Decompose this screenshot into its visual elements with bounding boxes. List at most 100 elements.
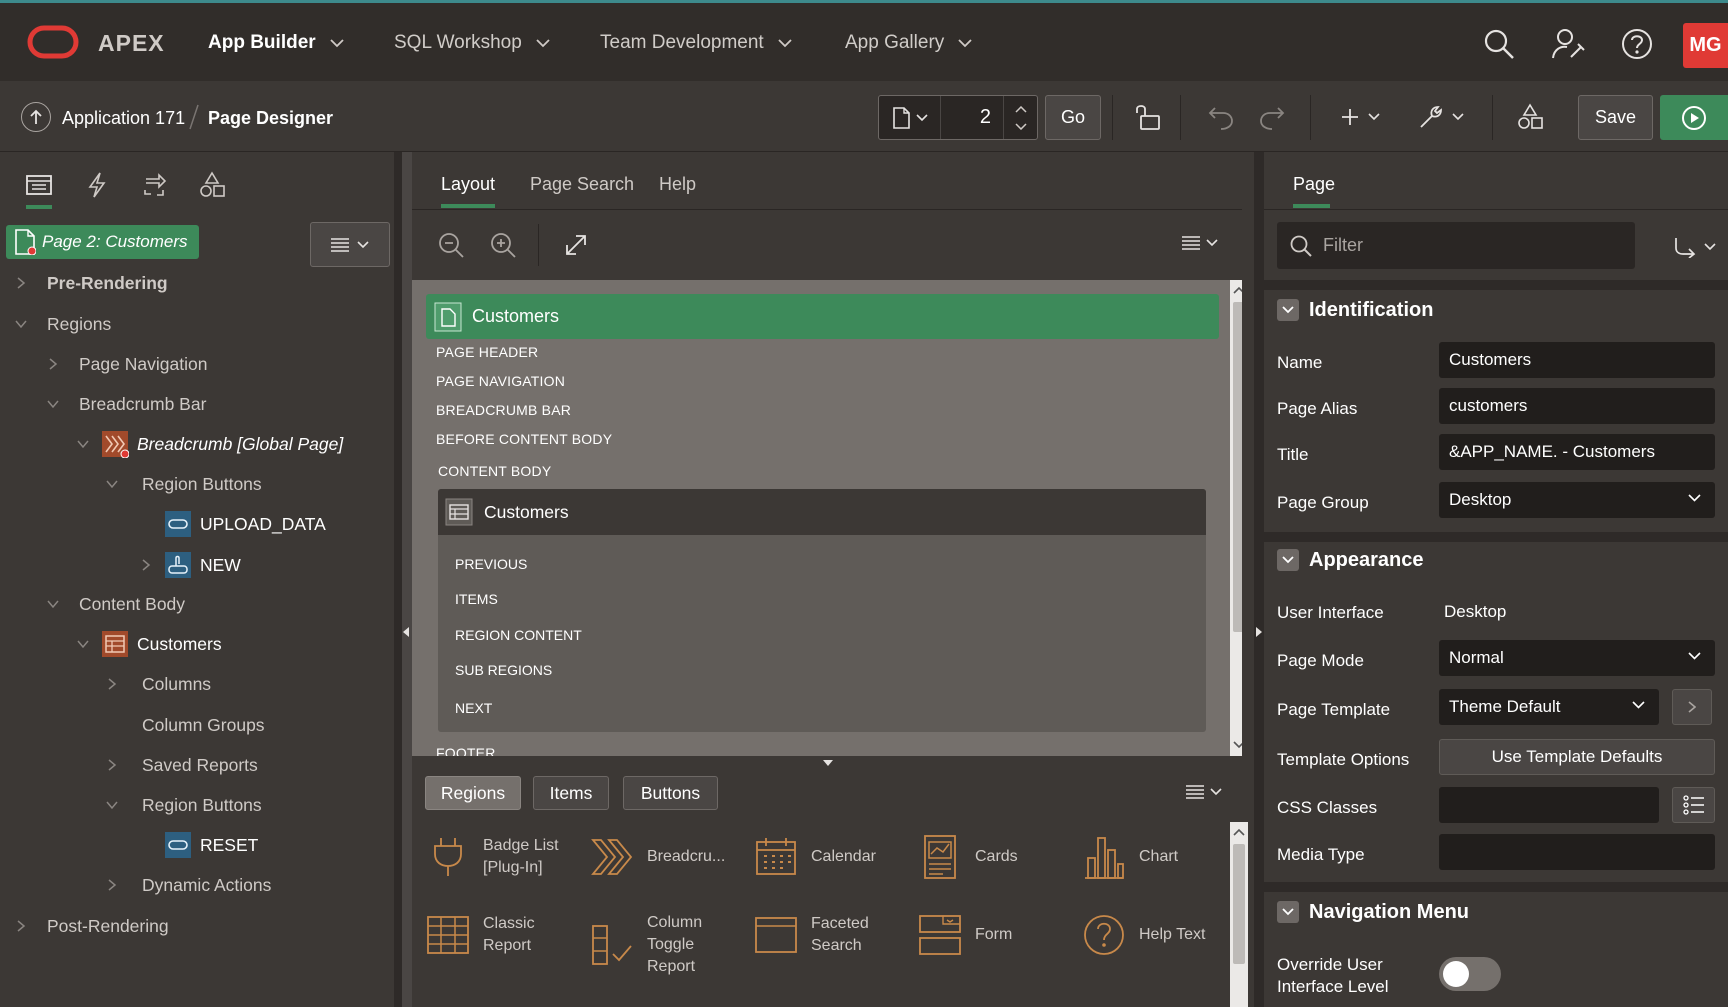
chevron-right-icon[interactable] <box>15 276 27 290</box>
slot-region-content[interactable]: REGION CONTENT <box>455 627 582 643</box>
processing-tab-icon[interactable] <box>139 170 169 200</box>
layout-menu-button[interactable] <box>1182 236 1218 250</box>
canvas-scrollbar[interactable] <box>1230 280 1242 756</box>
gallery-tab-buttons[interactable]: Buttons <box>623 776 718 810</box>
chevron-right-icon[interactable] <box>106 677 118 691</box>
slot-previous[interactable]: PREVIOUS <box>455 556 527 572</box>
tree-node-saved-reports[interactable]: Saved Reports <box>106 748 258 782</box>
override-ui-level-toggle[interactable] <box>1439 957 1501 991</box>
zoom-out-icon[interactable] <box>436 230 466 260</box>
chevron-right-icon[interactable] <box>47 357 59 371</box>
gallery-item-classic-report[interactable]: Classic Report <box>425 912 575 958</box>
tree-node-pre-rendering[interactable]: Pre-Rendering <box>15 266 168 300</box>
tree-node-regions[interactable]: Regions <box>15 307 111 341</box>
tree-page-node[interactable]: Page 2: Customers <box>6 225 199 259</box>
nav-sql-workshop[interactable]: SQL Workshop <box>394 32 550 54</box>
gallery-scrollbar[interactable] <box>1230 822 1248 1007</box>
dynamic-actions-tab-icon[interactable] <box>82 170 112 200</box>
breadcrumb-application[interactable]: Application 171 <box>62 108 185 129</box>
collapse-chevron-icon[interactable] <box>1277 901 1299 923</box>
tab-help[interactable]: Help <box>659 174 696 195</box>
tab-layout[interactable]: Layout <box>441 174 495 195</box>
slot-next[interactable]: NEXT <box>455 700 492 716</box>
help-icon[interactable] <box>1620 27 1654 61</box>
gallery-item-cards[interactable]: Cards <box>917 834 1067 880</box>
tab-page-search[interactable]: Page Search <box>530 174 634 195</box>
scroll-up-icon[interactable] <box>1233 828 1245 836</box>
collapse-chevron-icon[interactable] <box>1277 549 1299 571</box>
zoom-in-icon[interactable] <box>488 230 518 260</box>
region-header[interactable]: Customers <box>438 489 1206 535</box>
gallery-item-column-toggle[interactable]: Column Toggle Report <box>589 912 739 978</box>
user-avatar[interactable]: MG <box>1683 23 1728 68</box>
tree-menu-button[interactable] <box>310 222 390 267</box>
gallery-item-breadcrumb[interactable]: Breadcru... <box>589 834 739 880</box>
section-navigation-menu[interactable]: Navigation Menu <box>1277 897 1469 927</box>
title-field[interactable]: &APP_NAME. - Customers <box>1439 434 1715 470</box>
save-button[interactable]: Save <box>1578 95 1653 140</box>
chevron-up-icon[interactable] <box>1014 105 1027 113</box>
gallery-item-calendar[interactable]: Calendar <box>753 834 903 880</box>
scroll-thumb[interactable] <box>1233 844 1245 964</box>
chevron-down-icon[interactable] <box>47 597 59 611</box>
scroll-thumb[interactable] <box>1233 302 1242 632</box>
gallery-menu-button[interactable] <box>1186 785 1222 799</box>
gallery-item-badge-list[interactable]: Badge List [Plug-In] <box>425 834 575 880</box>
canvas-page-header[interactable]: Customers <box>426 294 1219 339</box>
create-menu[interactable] <box>1340 101 1380 133</box>
slot-sub-regions[interactable]: SUB REGIONS <box>455 662 552 678</box>
redo-icon[interactable] <box>1258 101 1286 133</box>
slot-content-body[interactable]: CONTENT BODY <box>438 463 551 479</box>
tree-node-columns[interactable]: Columns <box>106 667 211 701</box>
css-classes-field[interactable] <box>1439 787 1659 823</box>
utilities-menu[interactable] <box>1418 101 1464 133</box>
gallery-tab-regions[interactable]: Regions <box>425 776 521 810</box>
canvas-customers-region[interactable]: Customers PREVIOUS ITEMS REGION CONTENT … <box>438 489 1206 732</box>
scroll-up-icon[interactable] <box>1233 286 1242 294</box>
tree-node-new[interactable]: NEW <box>140 548 241 582</box>
gallery-item-help-text[interactable]: Help Text <box>1081 912 1231 958</box>
tree-node-reset[interactable]: RESET <box>164 828 258 862</box>
tree-node-customers[interactable]: Customers <box>77 627 222 661</box>
property-filter-input[interactable]: Filter <box>1277 222 1635 269</box>
oracle-logo-icon[interactable] <box>27 25 79 59</box>
gallery-tab-items[interactable]: Items <box>533 776 609 810</box>
tree-node-upload-data[interactable]: UPLOAD_DATA <box>164 507 326 541</box>
page-select-menu[interactable] <box>879 96 941 139</box>
tab-page[interactable]: Page <box>1293 174 1335 195</box>
search-icon[interactable] <box>1482 27 1516 61</box>
undo-icon[interactable] <box>1207 101 1235 133</box>
chevron-down-icon[interactable] <box>15 317 27 331</box>
chevron-down-icon[interactable] <box>106 477 118 491</box>
slot-items[interactable]: ITEMS <box>455 591 498 607</box>
nav-app-builder[interactable]: App Builder <box>208 32 344 54</box>
page-group-select[interactable]: Desktop <box>1439 482 1715 518</box>
chevron-right-icon[interactable] <box>15 919 27 933</box>
nav-app-gallery[interactable]: App Gallery <box>845 32 972 54</box>
slot-breadcrumb-bar[interactable]: BREADCRUMB BAR <box>436 402 571 418</box>
up-arrow-icon[interactable] <box>21 102 51 132</box>
page-number-input[interactable]: 2 <box>941 96 1003 139</box>
scroll-down-icon[interactable] <box>1233 741 1242 749</box>
run-page-button[interactable] <box>1660 95 1728 140</box>
tree-node-dynamic-actions[interactable]: Dynamic Actions <box>106 868 271 902</box>
gallery-item-form[interactable]: Form <box>917 912 1067 958</box>
user-settings-icon[interactable] <box>1551 27 1585 61</box>
chevron-down-icon[interactable] <box>47 397 59 411</box>
tree-node-column-groups[interactable]: Column Groups <box>106 708 265 742</box>
rendering-tab-icon[interactable] <box>24 170 54 200</box>
page-template-select[interactable]: Theme Default <box>1439 689 1659 725</box>
chevron-right-icon[interactable] <box>140 558 152 572</box>
tree-node-region-buttons-2[interactable]: Region Buttons <box>106 788 262 822</box>
tree-node-breadcrumb-global[interactable]: Breadcrumb [Global Page] <box>77 427 343 461</box>
collapse-chevron-icon[interactable] <box>1277 299 1299 321</box>
gallery-item-faceted-search[interactable]: Faceted Search <box>753 912 903 958</box>
nav-team-development[interactable]: Team Development <box>600 32 792 54</box>
chevron-right-icon[interactable] <box>106 758 118 772</box>
slot-before-content-body[interactable]: BEFORE CONTENT BODY <box>436 431 612 447</box>
shared-components-tab-icon[interactable] <box>197 170 227 200</box>
chevron-down-icon[interactable] <box>77 437 89 451</box>
page-alias-field[interactable]: customers <box>1439 388 1715 424</box>
slot-page-header[interactable]: PAGE HEADER <box>436 344 538 360</box>
go-to-template-button[interactable] <box>1672 689 1712 725</box>
